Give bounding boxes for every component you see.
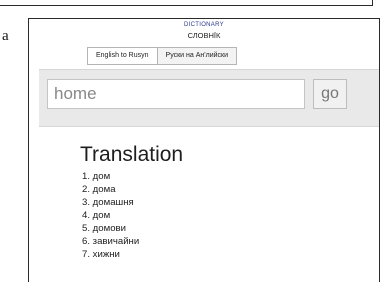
clipped-document-text: a: [2, 28, 9, 44]
app-subtitle: СЛОВНЇК: [187, 31, 221, 40]
list-item: 7. хижни: [82, 249, 120, 260]
list-item: 2. дома: [82, 184, 116, 195]
search-bar: home go: [39, 69, 379, 127]
tab-english-to-rusyn[interactable]: English to Rusyn: [88, 48, 157, 64]
language-tabs: English to Rusyn Руски на Ан'лийски: [87, 47, 237, 65]
translation-list: 1. дом 2. дома 3. домашня 4. дом 5. домо…: [82, 170, 139, 261]
list-item: 1. дом: [82, 171, 111, 182]
list-item: 6. завичайни: [82, 236, 140, 247]
go-button[interactable]: go: [313, 79, 347, 109]
outer-document-border: [0, 0, 373, 6]
search-input[interactable]: home: [47, 79, 305, 109]
app-title: DICTIONARY: [184, 22, 224, 28]
list-item: 4. дом: [82, 210, 111, 221]
tab-rusyn-to-english[interactable]: Руски на Ан'лийски: [156, 48, 236, 64]
dictionary-app: DICTIONARY СЛОВНЇК English to Rusyn Руск…: [29, 19, 379, 282]
list-item: 3. домашня: [82, 197, 134, 208]
list-item: 5. домови: [82, 223, 126, 234]
translation-heading: Translation: [80, 143, 184, 166]
